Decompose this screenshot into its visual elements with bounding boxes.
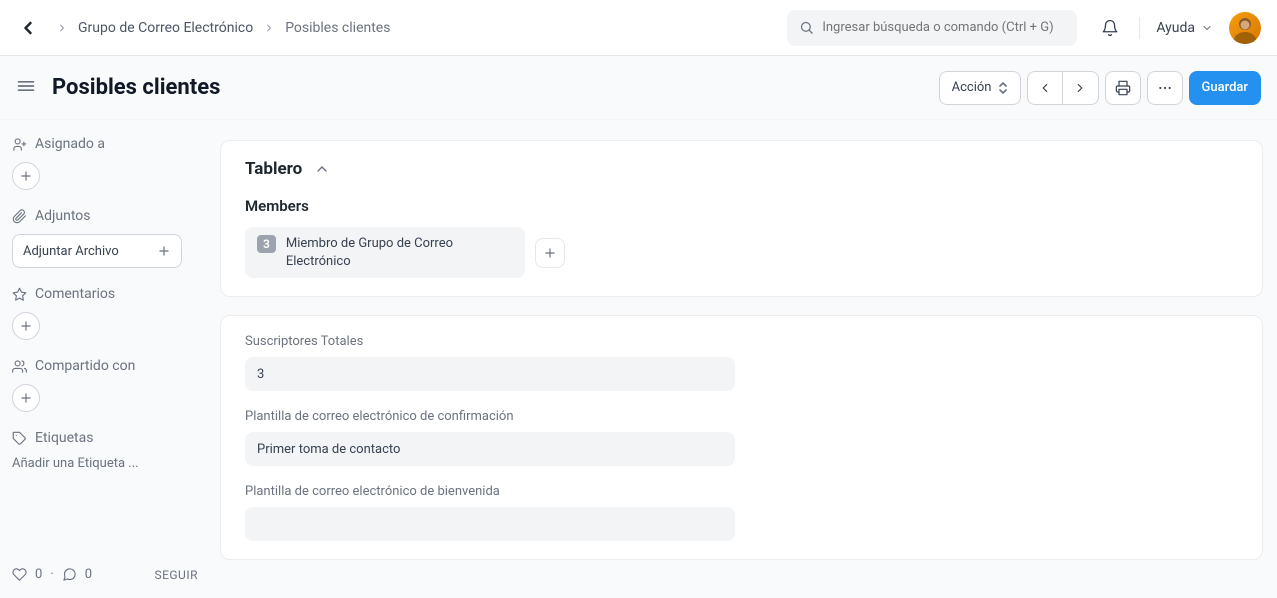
search-input[interactable] <box>822 20 1065 35</box>
members-heading: Members <box>245 197 1238 215</box>
follow-button[interactable]: SEGUIR <box>154 568 198 582</box>
print-button[interactable] <box>1105 71 1141 105</box>
topbar: Grupo de Correo Electrónico Posibles cli… <box>0 0 1277 56</box>
search-icon <box>799 20 814 35</box>
paperclip-icon <box>12 209 27 224</box>
breadcrumb: Grupo de Correo Electrónico Posibles cli… <box>56 20 390 36</box>
comment-icon[interactable] <box>62 567 77 582</box>
help-label: Ayuda <box>1156 20 1195 36</box>
prev-button[interactable] <box>1027 71 1063 105</box>
breadcrumb-parent[interactable]: Grupo de Correo Electrónico <box>78 20 253 36</box>
subs-field: Suscriptores Totales <box>245 334 735 391</box>
star-icon <box>12 287 27 302</box>
search-bar[interactable] <box>787 10 1077 46</box>
welcome-template-input[interactable] <box>245 507 735 541</box>
confirm-template-input[interactable] <box>245 432 735 466</box>
assign-add-button[interactable] <box>12 162 40 190</box>
shared-add-button[interactable] <box>12 384 40 412</box>
chevron-right-icon <box>56 22 68 34</box>
comments-add-button[interactable] <box>12 312 40 340</box>
sidebar-footer: 0 · 0 SEGUIR <box>12 547 198 582</box>
comments-label: Comentarios <box>12 286 198 302</box>
card-tablero: Tablero Members 3 Miembro de Grupo de Co… <box>220 140 1263 297</box>
next-button[interactable] <box>1063 71 1099 105</box>
tags-section: Etiquetas Añadir una Etiqueta ... <box>12 430 198 471</box>
comment-count: 0 <box>85 567 92 582</box>
heart-icon[interactable] <box>12 567 27 582</box>
comments-section: Comentarios <box>12 286 198 340</box>
collapse-button[interactable] <box>314 161 330 177</box>
users-icon <box>12 359 27 374</box>
attach-file-button[interactable]: Adjuntar Archivo <box>12 234 182 268</box>
attachments-label: Adjuntos <box>12 208 198 224</box>
chevron-right-icon <box>263 22 275 34</box>
assigned-label: Asignado a <box>12 136 198 152</box>
page-header: Posibles clientes Acción Guardar <box>0 56 1277 120</box>
tag-icon <box>12 431 27 446</box>
main-panel: Tablero Members 3 Miembro de Grupo de Co… <box>210 120 1277 598</box>
notification-button[interactable] <box>1101 19 1119 37</box>
dot-separator: · <box>50 567 53 582</box>
member-count-badge: 3 <box>257 235 276 253</box>
more-menu-button[interactable] <box>1147 71 1183 105</box>
page-actions: Acción Guardar <box>939 71 1261 105</box>
add-member-button[interactable] <box>535 238 565 268</box>
like-count: 0 <box>35 567 42 582</box>
member-group-pill[interactable]: 3 Miembro de Grupo de Correo Electrónico <box>245 227 525 278</box>
subs-input[interactable] <box>245 357 735 391</box>
content-area: Asignado a Adjuntos Adjuntar Archivo <box>0 120 1277 598</box>
confirm-template-field: Plantilla de correo electrónico de confi… <box>245 409 735 466</box>
shared-label: Compartido con <box>12 358 198 374</box>
attach-label: Adjuntar Archivo <box>23 244 119 259</box>
assigned-section: Asignado a <box>12 136 198 190</box>
plus-icon <box>157 244 171 258</box>
attachments-section: Adjuntos Adjuntar Archivo <box>12 208 198 268</box>
page-title: Posibles clientes <box>52 75 220 100</box>
subs-label: Suscriptores Totales <box>245 334 735 349</box>
action-dropdown-button[interactable]: Acción <box>939 71 1021 105</box>
help-dropdown[interactable]: Ayuda <box>1156 20 1213 36</box>
welcome-template-field: Plantilla de correo electrónico de bienv… <box>245 484 735 541</box>
sidebar: Asignado a Adjuntos Adjuntar Archivo <box>0 120 210 598</box>
nav-back-button[interactable] <box>16 16 40 40</box>
save-button[interactable]: Guardar <box>1189 71 1262 105</box>
action-label: Acción <box>952 80 992 95</box>
avatar[interactable] <box>1229 12 1261 44</box>
shared-section: Compartido con <box>12 358 198 412</box>
chevron-down-icon <box>1201 22 1213 34</box>
updown-icon <box>998 81 1008 95</box>
member-group-label: Miembro de Grupo de Correo Electrónico <box>286 235 513 270</box>
user-plus-icon <box>12 137 27 152</box>
members-row: 3 Miembro de Grupo de Correo Electrónico <box>245 227 1238 278</box>
divider <box>1139 17 1140 39</box>
tags-label: Etiquetas <box>12 430 198 446</box>
breadcrumb-current[interactable]: Posibles clientes <box>285 20 390 36</box>
add-tag-button[interactable]: Añadir una Etiqueta ... <box>12 456 198 471</box>
card-details: Suscriptores Totales Plantilla de correo… <box>220 315 1263 560</box>
menu-toggle-button[interactable] <box>16 76 40 100</box>
confirm-template-label: Plantilla de correo electrónico de confi… <box>245 409 735 424</box>
card-title: Tablero <box>245 159 302 179</box>
welcome-template-label: Plantilla de correo electrónico de bienv… <box>245 484 735 499</box>
